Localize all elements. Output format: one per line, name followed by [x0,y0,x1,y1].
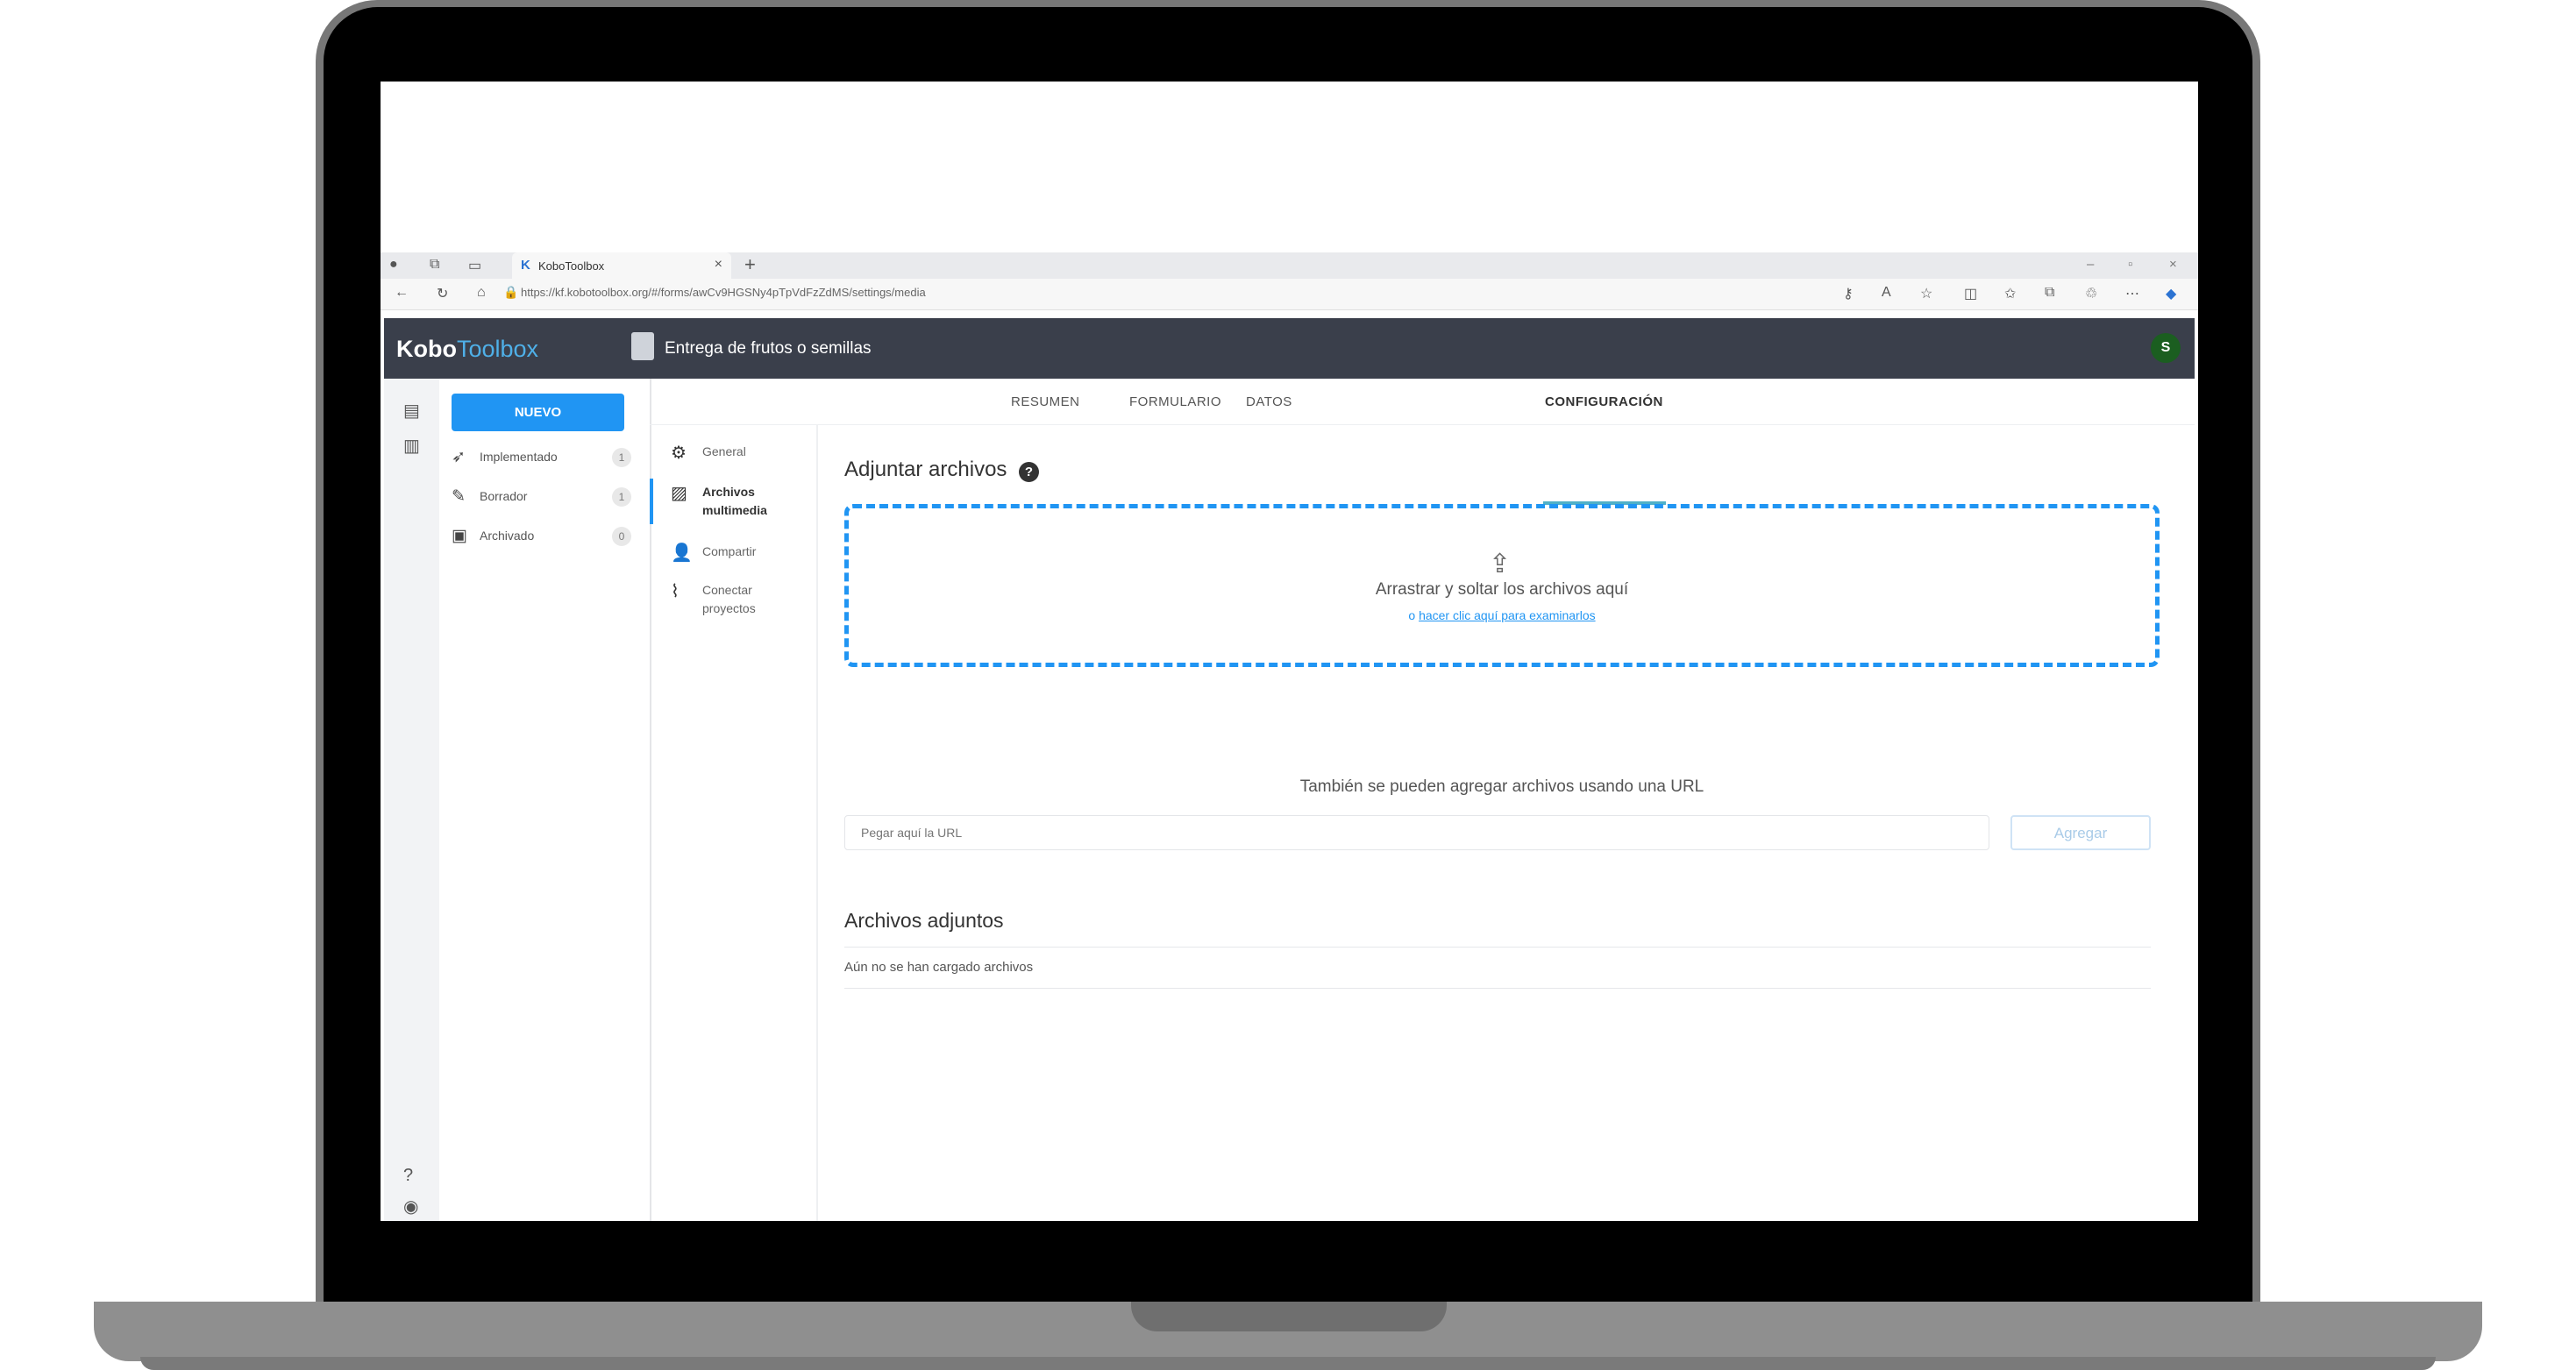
settings-nav-label: Conectar proyectos [702,583,756,615]
tab-datos[interactable]: DATOS [1246,394,1292,409]
copilot-icon[interactable]: ◆ [2166,285,2176,302]
profile-icon[interactable]: ● [389,257,398,273]
favorites-icon[interactable]: ✩ [2004,285,2016,302]
divider [844,988,2151,989]
upload-icon: ⇪ [1489,550,1512,579]
sidebar-item-implementado[interactable]: ➶ Implementado 1 [452,444,631,471]
new-project-button[interactable]: NUEVO [452,394,624,431]
browser-tab-title: KoboToolbox [538,259,605,273]
refresh-icon[interactable]: ↻ [437,285,448,302]
url-text[interactable]: https://kf.kobotoolbox.org/#/forms/awCv9… [521,286,926,299]
logo-primary: Kobo [396,336,457,362]
favorite-icon[interactable]: ☆ [1920,285,1932,302]
minimize-icon[interactable]: – [2087,257,2094,272]
restore-icon[interactable]: ▫ [2128,257,2132,272]
drop-text: Arrastrar y soltar los archivos aquí [1375,580,1629,599]
browser-address-bar: ← ↻ ⌂ 🔒 https://kf.kobotoolbox.org/#/for… [381,279,2198,310]
back-icon[interactable]: ← [395,285,409,301]
gear-icon: ⚙ [671,444,687,463]
home-icon[interactable]: ⌂ [477,285,486,301]
settings-nav-label: Compartir [702,544,757,558]
sidebar-item-count: 1 [612,448,631,467]
read-aloud-icon[interactable]: A [1882,285,1891,301]
help-circle-icon[interactable]: ? [1019,462,1039,482]
close-tab-icon[interactable]: × [715,257,722,273]
logo-secondary: Toolbox [456,336,539,362]
sidebar-item-archivado[interactable]: ▣ Archivado 0 [452,523,631,550]
sidebar-item-label: Borrador [480,489,528,503]
new-tab-icon[interactable]: + [744,253,756,276]
browser-tab-strip: ● ⧉ ▭ K KoboToolbox × + – ▫ × [381,252,2198,279]
project-tabs: RESUMEN FORMULARIO DATOS CONFIGURACIÓN [650,379,2195,425]
tab-configuracion[interactable]: CONFIGURACIÓN [1545,394,1663,409]
projects-icon[interactable]: ▤ [403,400,420,422]
project-document-icon [631,332,654,360]
kobo-favicon-icon: K [521,258,530,273]
kobotoolbox-logo[interactable]: KoboToolbox [396,336,538,363]
draft-icon: ✎ [452,487,466,506]
app-header: KoboToolbox Entrega de frutos o semillas… [384,318,2195,379]
sidebar-item-label: Archivado [480,529,535,543]
url-input[interactable] [844,815,1989,850]
user-avatar[interactable]: S [2151,333,2181,363]
screen: ● ⧉ ▭ K KoboToolbox × + – ▫ × ← ↻ ⌂ 🔒 ht… [381,82,2198,1221]
url-hint-text: También se pueden agregar archivos usand… [1299,777,1704,796]
add-user-icon: 👤 [671,543,693,563]
attached-files-title: Archivos adjuntos [844,909,1004,932]
settings-nav-label: Archivos multimedia [702,485,767,517]
more-icon[interactable]: ⋯ [2125,285,2139,302]
lock-icon[interactable]: 🔒 [503,285,518,300]
media-settings-content: Adjuntar archivos ? ⇪ Arrastrar y soltar… [816,424,2195,1221]
library-icon[interactable]: ▥ [403,435,420,457]
file-dropzone[interactable]: ⇪ Arrastrar y soltar los archivos aquí o… [844,504,2160,667]
projects-sidebar: NUEVO ➶ Implementado 1 ✎ Borrador 1 ▣ Ar… [439,379,651,1221]
settings-nav-label: General [702,444,746,458]
image-icon: ▨ [671,484,687,503]
drop-link-line: o hacer clic aquí para examinarlos [849,608,2155,622]
browse-files-link[interactable]: hacer clic aquí para examinarlos [1419,608,1596,622]
window-close-icon[interactable]: × [2169,257,2177,272]
github-icon[interactable]: ◉ [403,1196,418,1217]
sidebar-item-count: 1 [612,487,631,507]
laptop-notch [1131,1302,1447,1331]
sidebar-item-label: Implementado [480,450,558,464]
collections-icon[interactable]: ⧉ [2045,285,2054,301]
browser-tab[interactable]: K KoboToolbox × [512,252,731,279]
laptop-base-lip [140,1357,2436,1370]
add-url-button[interactable]: Agregar [2010,815,2151,850]
archive-icon: ▣ [452,527,467,545]
rocket-icon: ➶ [452,448,466,466]
active-settings-indicator [650,479,653,524]
help-icon[interactable]: ? [403,1166,413,1186]
divider [844,947,2151,948]
sidebar-item-count: 0 [612,527,631,546]
tab-formulario[interactable]: FORMULARIO [1129,394,1221,409]
extensions-icon[interactable]: ♲ [2085,285,2097,302]
tab-actions-icon[interactable]: ▭ [468,257,481,274]
sidebar-item-borrador[interactable]: ✎ Borrador 1 [452,484,631,510]
icon-rail: ▤ ▥ ? ◉ [384,379,439,1221]
paperclip-icon: ⌇ [671,582,680,601]
settings-nav: ⚙ General ▨ Archivos multimedia 👤 Compar… [650,424,818,1221]
attach-files-title: Adjuntar archivos [844,458,1007,481]
drop-or-text: o [1408,608,1416,622]
split-screen-icon[interactable]: ◫ [1964,285,1977,302]
tab-resumen[interactable]: RESUMEN [1011,394,1080,409]
workspaces-icon[interactable]: ⧉ [430,257,439,273]
project-title: Entrega de frutos o semillas [665,339,872,358]
key-icon[interactable]: ⚷ [1843,285,1854,302]
no-files-text: Aún no se han cargado archivos [844,960,1034,975]
